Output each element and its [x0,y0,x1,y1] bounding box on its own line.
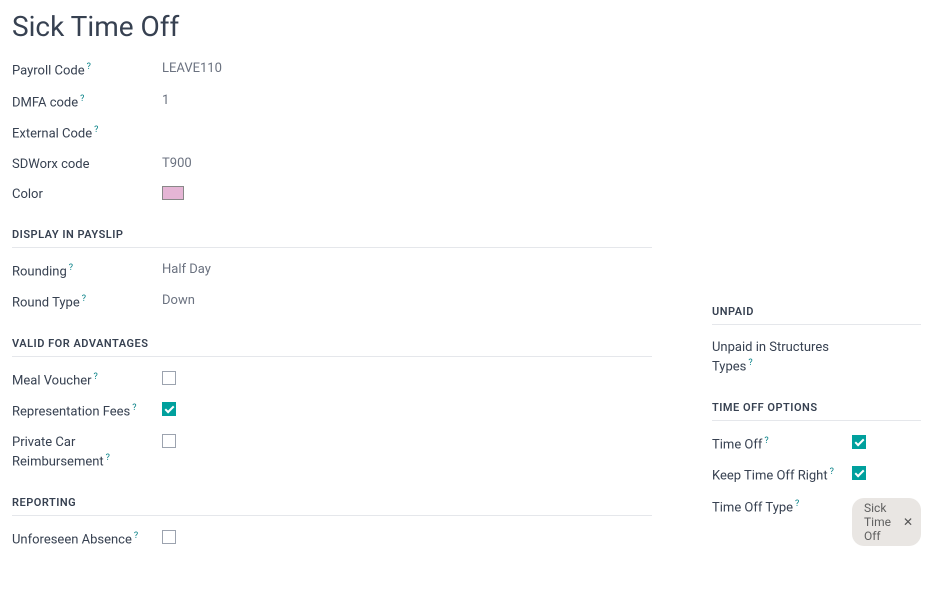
unforeseen-absence-label: Unforeseen Absence? [12,530,162,550]
help-icon[interactable]: ? [830,467,834,477]
section-title-unpaid: UNPAID [712,305,921,325]
dmfa-code-label: DMFA code? [12,93,162,113]
help-icon[interactable]: ? [87,62,91,72]
dmfa-code-value: 1 [162,93,169,108]
time-off-checkbox[interactable] [852,435,866,449]
rounding-value[interactable]: Half Day [162,262,211,277]
section-title-time-off-options: TIME OFF OPTIONS [712,401,921,421]
help-icon[interactable]: ? [94,125,98,135]
round-type-label: Round Type? [12,293,162,313]
sdworx-code-label: SDWorx code [12,156,162,174]
external-code-label: External Code? [12,124,162,144]
round-type-value[interactable]: Down [162,293,195,308]
time-off-type-label: Time Off Type? [712,498,852,518]
page-title: Sick Time Off [12,10,921,43]
help-icon[interactable]: ? [748,358,752,368]
time-off-type-tag[interactable]: Sick Time Off ✕ [852,498,921,546]
close-icon[interactable]: ✕ [903,515,913,529]
help-icon[interactable]: ? [134,531,138,541]
help-icon[interactable]: ? [106,453,110,463]
representation-fees-checkbox[interactable] [162,402,176,416]
color-swatch[interactable] [162,186,184,200]
keep-right-label: Keep Time Off Right? [712,466,852,486]
help-icon[interactable]: ? [132,403,136,413]
section-title-valid-for-advantages: VALID FOR ADVANTAGES [12,337,652,357]
help-icon[interactable]: ? [795,499,799,509]
meal-voucher-label: Meal Voucher? [12,371,162,391]
payroll-code-value: LEAVE110 [162,61,222,76]
sdworx-code-value: T900 [162,156,192,171]
rounding-label: Rounding? [12,262,162,282]
help-icon[interactable]: ? [69,263,73,273]
time-off-type-tag-label: Sick Time Off [864,501,897,543]
meal-voucher-checkbox[interactable] [162,371,176,385]
unforeseen-absence-checkbox[interactable] [162,530,176,544]
unpaid-structures-label: Unpaid in Structures Types? [712,339,852,377]
help-icon[interactable]: ? [764,436,768,446]
section-title-display-in-payslip: DISPLAY IN PAYSLIP [12,228,652,248]
payroll-code-label: Payroll Code? [12,61,162,81]
representation-fees-label: Representation Fees? [12,402,162,422]
help-icon[interactable]: ? [80,94,84,104]
help-icon[interactable]: ? [94,372,98,382]
help-icon[interactable]: ? [82,294,86,304]
color-label: Color [12,186,162,204]
private-car-checkbox[interactable] [162,434,176,448]
keep-right-checkbox[interactable] [852,466,866,480]
time-off-label: Time Off? [712,435,852,455]
section-title-reporting: REPORTING [12,496,652,516]
private-car-label: Private Car Reimbursement? [12,434,162,472]
